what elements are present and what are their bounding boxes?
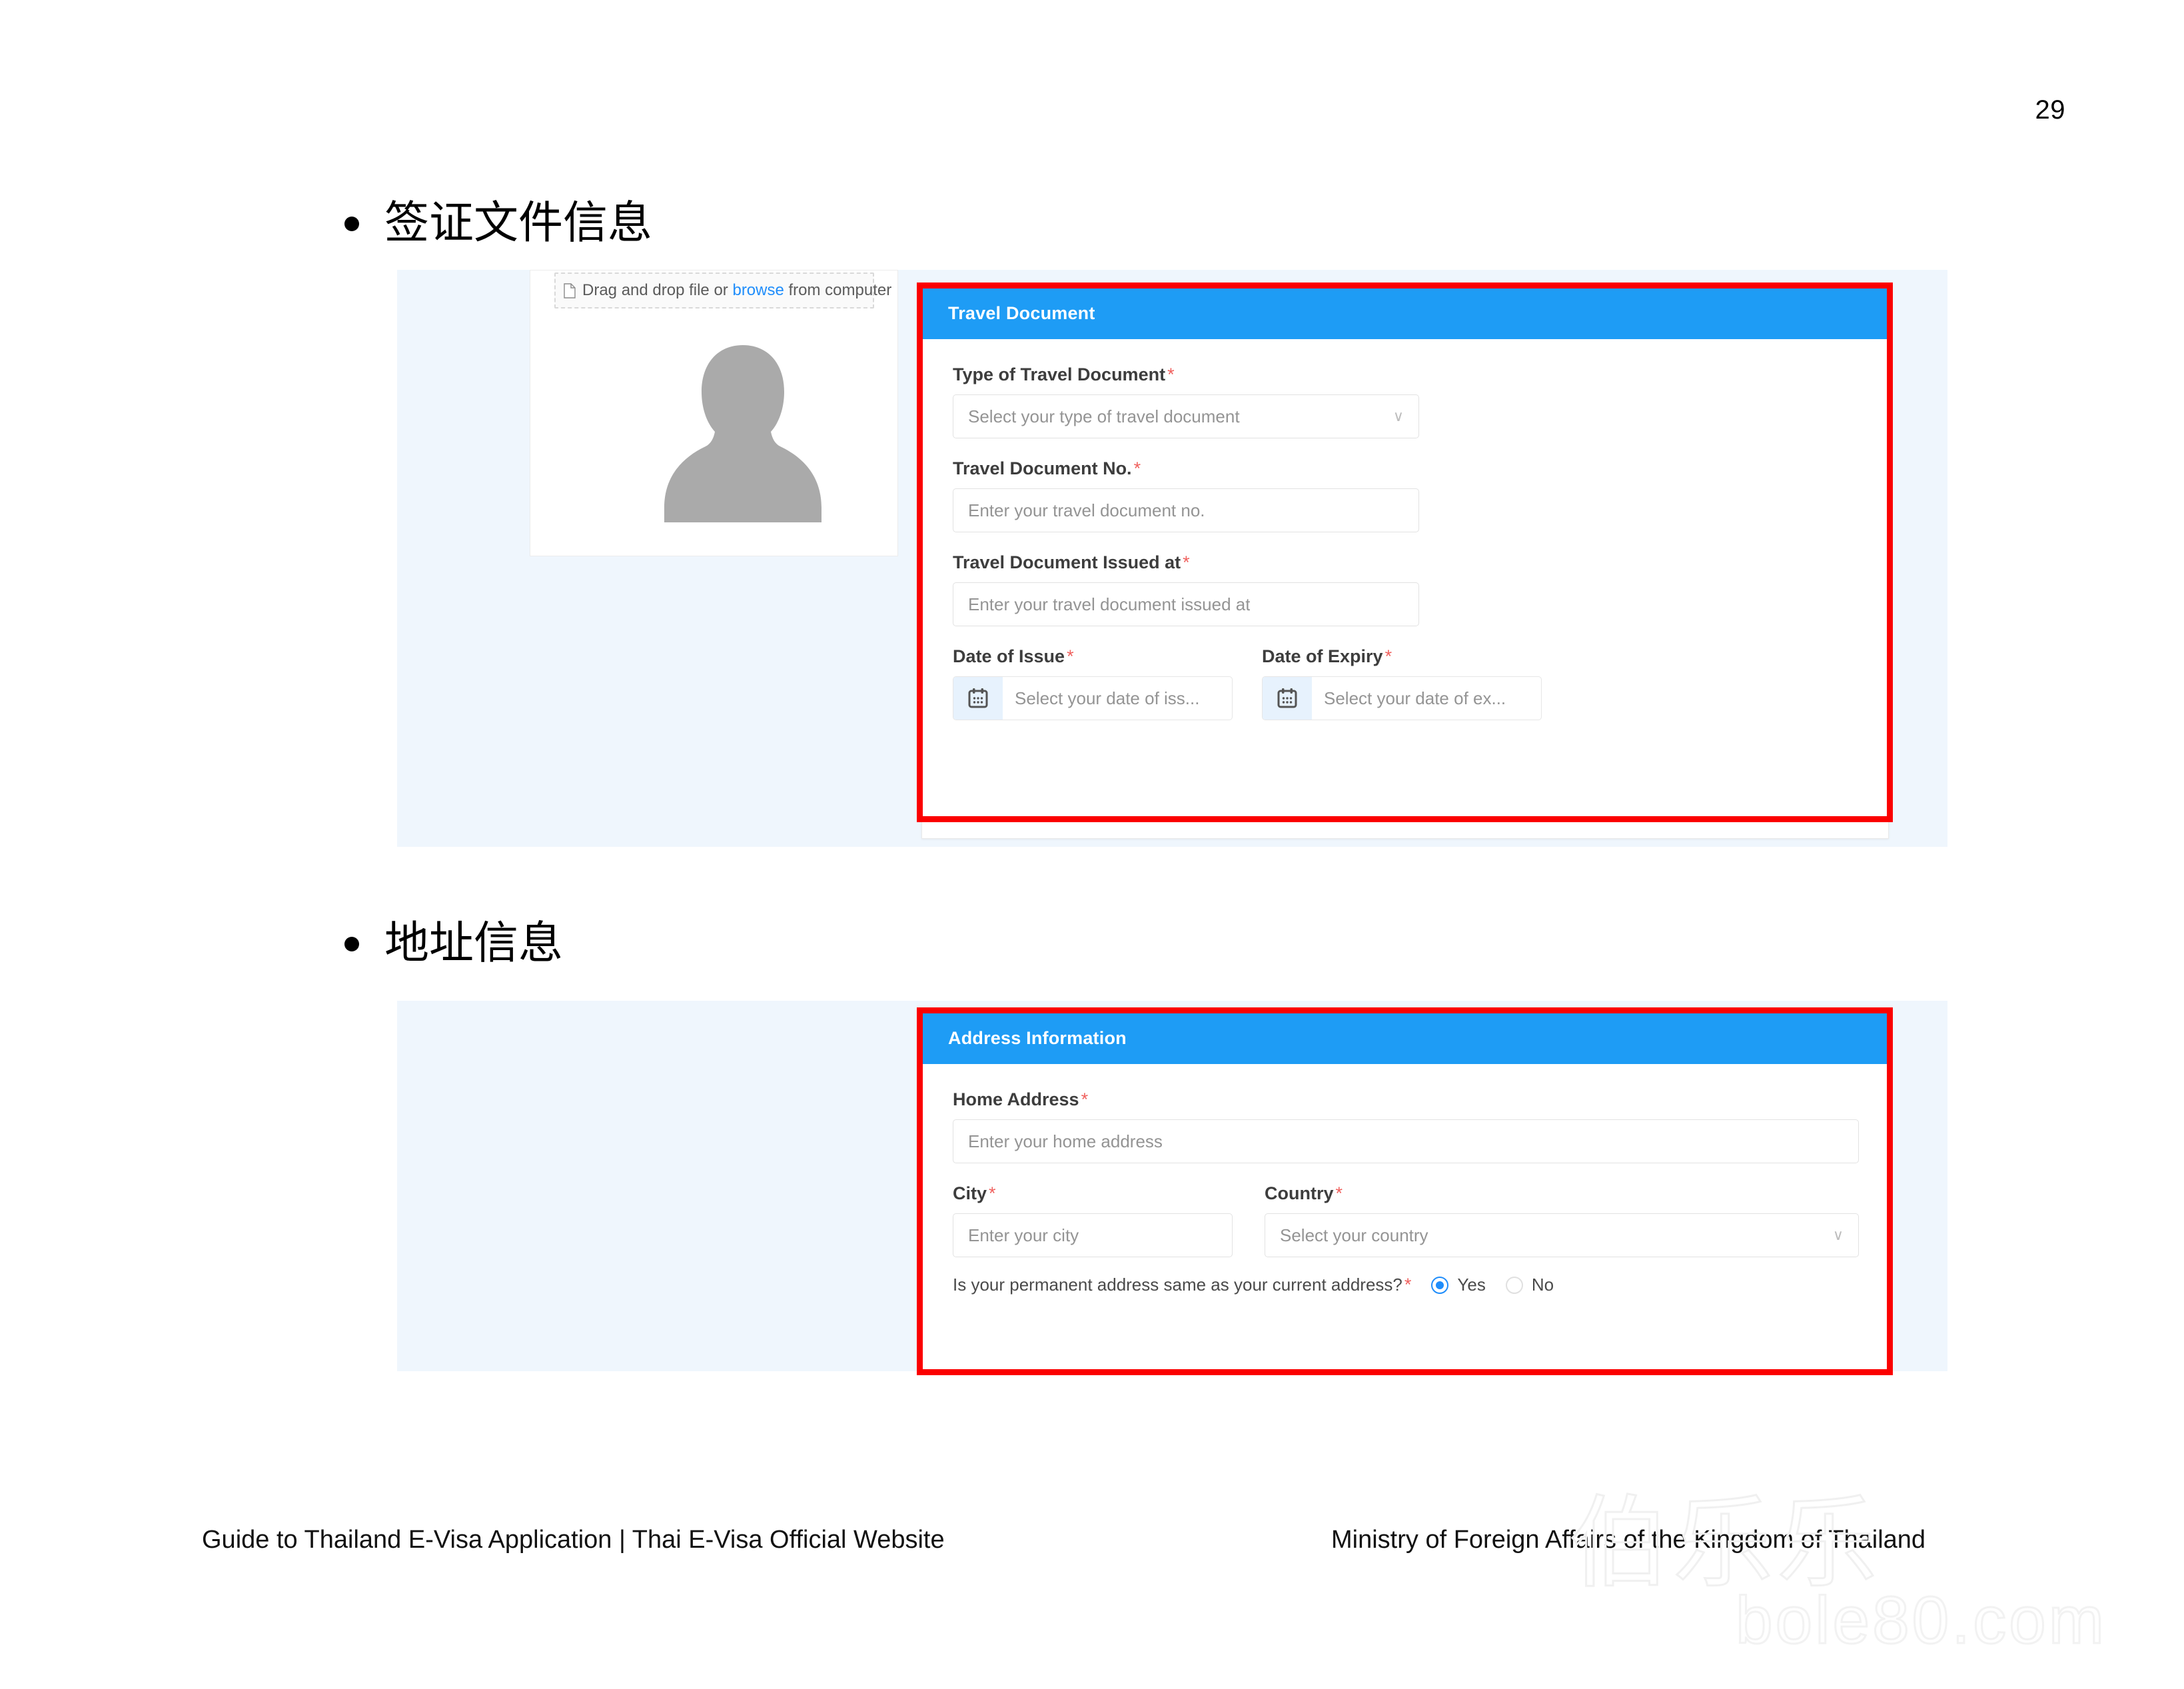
input-travel-document-issued-at-placeholder: Enter your travel document issued at bbox=[968, 594, 1251, 614]
radio-no-icon[interactable] bbox=[1505, 1276, 1523, 1294]
chevron-down-icon[interactable]: ∨ bbox=[1833, 1228, 1844, 1243]
label-travel-document-issued-at: Travel Document Issued at * bbox=[953, 552, 1858, 573]
chevron-down-icon[interactable]: ∨ bbox=[1393, 409, 1404, 424]
input-date-of-issue-placeholder: Select your date of iss... bbox=[1015, 688, 1200, 708]
city-country-row: City * Enter your city Country * Select yo… bbox=[953, 1183, 1859, 1257]
required-asterisk: * bbox=[1404, 1275, 1412, 1295]
select-type-of-travel-document[interactable]: Select your type of travel document ∨ bbox=[953, 394, 1419, 438]
radio-yes-label: Yes bbox=[1457, 1275, 1486, 1295]
address-information-card: Address Information Home Address * Enter … bbox=[921, 1012, 1889, 1372]
required-asterisk: * bbox=[1067, 646, 1074, 666]
datepicker-date-of-expiry[interactable]: Select your date of ex... bbox=[1262, 676, 1542, 720]
bullet-item-address-information: 地址信息 bbox=[344, 921, 563, 966]
field-city: City * Enter your city bbox=[953, 1183, 1233, 1257]
radio-option-yes[interactable]: Yes bbox=[1431, 1275, 1486, 1295]
label-text: Country bbox=[1265, 1183, 1334, 1203]
field-home-address: Home Address * Enter your home address bbox=[953, 1089, 1859, 1163]
input-travel-document-no[interactable]: Enter your travel document no. bbox=[953, 488, 1419, 532]
datepicker-date-of-issue[interactable]: Select your date of iss... bbox=[953, 676, 1233, 720]
photo-upload-card bbox=[530, 270, 898, 556]
calendar-icon[interactable] bbox=[953, 677, 1003, 720]
label-date-of-issue: Date of Issue * bbox=[953, 646, 1233, 667]
input-date-of-expiry[interactable]: Select your date of ex... bbox=[1312, 677, 1541, 720]
select-type-of-travel-document-placeholder: Select your type of travel document bbox=[968, 406, 1240, 426]
input-city-placeholder: Enter your city bbox=[968, 1225, 1079, 1245]
address-information-card-header: Address Information bbox=[922, 1013, 1888, 1064]
travel-document-card: Travel Document Type of Travel Document *… bbox=[921, 287, 1889, 839]
address-information-card-title: Address Information bbox=[948, 1028, 1127, 1048]
label-date-of-expiry: Date of Expiry * bbox=[1262, 646, 1542, 667]
dropzone-text-before: Drag and drop file or bbox=[582, 281, 733, 299]
field-date-of-issue: Date of Issue * Select your date of iss.… bbox=[953, 646, 1233, 720]
input-home-address[interactable]: Enter your home address bbox=[953, 1119, 1859, 1163]
date-fields-row: Date of Issue * Select your date of iss.… bbox=[953, 646, 1858, 720]
input-city[interactable]: Enter your city bbox=[953, 1213, 1233, 1257]
person-placeholder-icon bbox=[663, 337, 823, 530]
input-date-of-expiry-placeholder: Select your date of ex... bbox=[1324, 688, 1506, 708]
browse-link[interactable]: browse bbox=[732, 281, 784, 299]
bullet-dot-icon bbox=[344, 216, 359, 231]
file-dropzone[interactable]: Drag and drop file or browse from comput… bbox=[554, 273, 891, 308]
required-asterisk: * bbox=[1167, 364, 1175, 384]
input-travel-document-issued-at[interactable]: Enter your travel document issued at bbox=[953, 582, 1419, 626]
bullet-dot-icon bbox=[344, 936, 359, 951]
input-home-address-placeholder: Enter your home address bbox=[968, 1131, 1163, 1151]
label-text: Date of Expiry bbox=[1262, 646, 1383, 666]
label-country: Country * bbox=[1265, 1183, 1859, 1204]
label-text: Type of Travel Document bbox=[953, 364, 1166, 384]
label-text: Travel Document Issued at bbox=[953, 552, 1181, 572]
radio-no-label: No bbox=[1531, 1275, 1554, 1295]
footer-left-text: Guide to Thailand E-Visa Application | T… bbox=[202, 1526, 945, 1554]
required-asterisk: * bbox=[1133, 458, 1141, 478]
select-country-placeholder: Select your country bbox=[1280, 1225, 1428, 1245]
label-city: City * bbox=[953, 1183, 1233, 1204]
watermark: 伯乐乐 bole80.com bbox=[1542, 1449, 2155, 1689]
file-icon bbox=[564, 282, 576, 298]
field-country: Country * Select your country ∨ bbox=[1265, 1183, 1859, 1257]
input-date-of-issue[interactable]: Select your date of iss... bbox=[1003, 677, 1232, 720]
field-date-of-expiry: Date of Expiry * Select your date of ex.… bbox=[1262, 646, 1542, 720]
travel-document-card-title: Travel Document bbox=[948, 303, 1095, 323]
label-text: Date of Issue bbox=[953, 646, 1065, 666]
label-text: City bbox=[953, 1183, 987, 1203]
radio-yes-icon[interactable] bbox=[1431, 1276, 1449, 1294]
travel-document-card-body: Type of Travel Document * Select your typ… bbox=[922, 339, 1888, 720]
dropzone-text-after: from computer bbox=[784, 281, 892, 299]
permanent-address-question: Is your permanent address same as your c… bbox=[953, 1275, 1402, 1295]
watermark-en-text: bole80.com bbox=[1735, 1582, 2107, 1659]
required-asterisk: * bbox=[1335, 1183, 1343, 1203]
travel-document-card-header: Travel Document bbox=[922, 288, 1888, 339]
required-asterisk: * bbox=[1183, 552, 1190, 572]
required-asterisk: * bbox=[1384, 646, 1392, 666]
field-type-of-travel-document: Type of Travel Document * Select your typ… bbox=[953, 364, 1858, 438]
label-travel-document-no: Travel Document No. * bbox=[953, 458, 1858, 479]
page-number: 29 bbox=[2035, 95, 2065, 125]
bullet-label-address-information: 地址信息 bbox=[384, 919, 563, 968]
label-text: Home Address bbox=[953, 1089, 1079, 1109]
field-travel-document-no: Travel Document No. * Enter your travel d… bbox=[953, 458, 1858, 532]
field-travel-document-issued-at: Travel Document Issued at * Enter your tr… bbox=[953, 552, 1858, 626]
input-travel-document-no-placeholder: Enter your travel document no. bbox=[968, 500, 1205, 520]
address-information-card-body: Home Address * Enter your home address Ci… bbox=[922, 1064, 1888, 1295]
required-asterisk: * bbox=[1081, 1089, 1089, 1109]
calendar-icon[interactable] bbox=[1263, 677, 1312, 720]
required-asterisk: * bbox=[989, 1183, 996, 1203]
label-type-of-travel-document: Type of Travel Document * bbox=[953, 364, 1858, 385]
footer-right-text: Ministry of Foreign Affairs of the Kingd… bbox=[1331, 1526, 1926, 1554]
label-text: Travel Document No. bbox=[953, 458, 1132, 478]
label-home-address: Home Address * bbox=[953, 1089, 1858, 1110]
permanent-address-radio-group: Is your permanent address same as your c… bbox=[953, 1275, 1858, 1295]
bullet-label-travel-document: 签证文件信息 bbox=[384, 199, 652, 248]
radio-option-no[interactable]: No bbox=[1505, 1275, 1554, 1295]
select-country[interactable]: Select your country ∨ bbox=[1265, 1213, 1859, 1257]
dropzone-text: Drag and drop file or browse from comput… bbox=[582, 281, 891, 300]
bullet-item-travel-document: 签证文件信息 bbox=[344, 201, 652, 246]
